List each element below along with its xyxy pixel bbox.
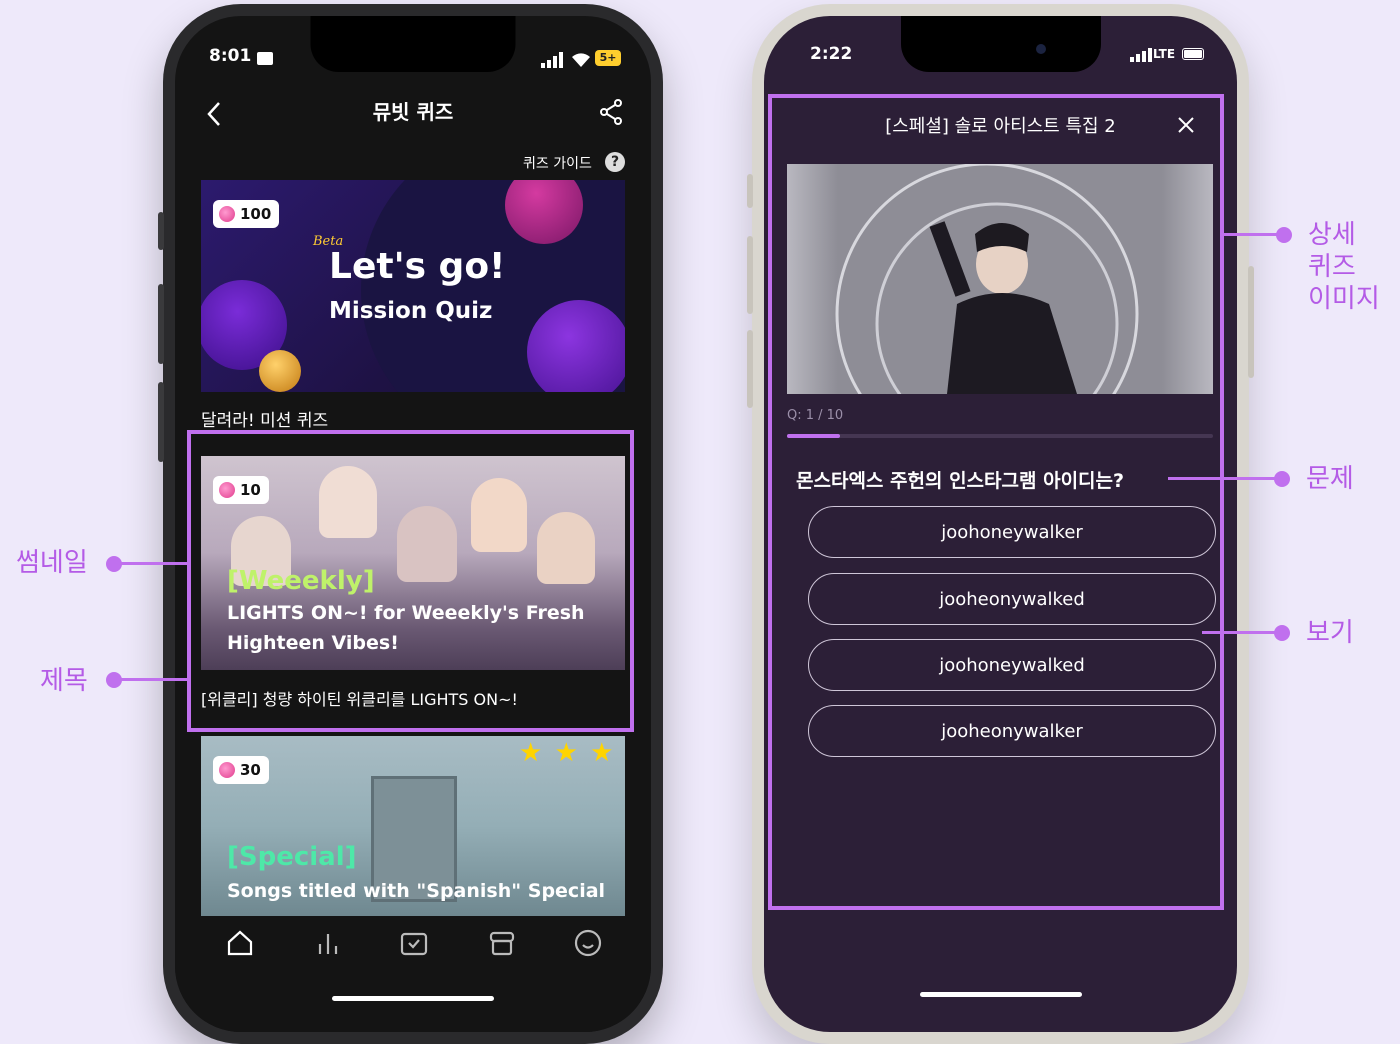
thumbnail-callout-box — [187, 430, 634, 732]
store-icon[interactable] — [487, 928, 517, 958]
notch — [310, 16, 516, 72]
title-label: 제목 — [40, 666, 88, 696]
card-overlay-line1: Songs titled with "Spanish" Special — [227, 880, 606, 902]
status-time: 2:22 — [810, 44, 853, 64]
battery-icon — [1182, 48, 1204, 60]
points-badge: 100 — [213, 200, 279, 228]
page-title: 뮤빗 퀴즈 — [372, 100, 454, 124]
mission-quiz-banner[interactable]: 100 Beta Let's go! Mission Quiz — [201, 180, 625, 392]
volume-down-button — [747, 330, 753, 408]
share-icon[interactable] — [599, 98, 623, 126]
profile-icon[interactable] — [573, 928, 603, 958]
home-indicator — [332, 996, 494, 1001]
question-dot — [1274, 471, 1290, 487]
quiz-guide-link[interactable]: 퀴즈 가이드 — [523, 153, 592, 173]
banner-planet-purple-large — [527, 300, 625, 392]
chart-icon[interactable] — [313, 928, 343, 958]
coin-icon — [219, 206, 235, 222]
banner-subheadline: Mission Quiz — [329, 298, 493, 324]
quiz-thumbnail-special[interactable]: 30 ★ ★ ★ [Special] Songs titled with "Sp… — [201, 736, 625, 916]
detail-image-label-2: 퀴즈 — [1308, 252, 1356, 282]
detail-image-dot — [1276, 227, 1292, 243]
points-value: 100 — [240, 205, 272, 223]
wifi-icon — [572, 53, 590, 67]
question-label: 문제 — [1306, 464, 1354, 494]
detail-image-label-1: 상세 — [1308, 220, 1356, 250]
network-label: LTE — [1153, 47, 1176, 61]
notch — [900, 16, 1101, 72]
battery-indicator: 5+ — [595, 50, 621, 66]
signal-icon — [541, 52, 563, 68]
coin-icon — [219, 762, 235, 778]
mute-switch — [747, 174, 753, 208]
thumbnail-leader-line — [114, 562, 188, 565]
title-leader-line — [114, 678, 190, 681]
options-leader-line — [1202, 631, 1282, 634]
star-rating: ★ ★ ★ — [519, 738, 616, 768]
question-leader-line — [1168, 477, 1282, 480]
options-dot — [1274, 625, 1290, 641]
briefcase-icon — [257, 52, 273, 65]
volume-up-button — [158, 284, 164, 364]
mute-switch — [158, 212, 164, 250]
detail-image-label-3: 이미지 — [1308, 284, 1380, 314]
points-value: 30 — [240, 761, 261, 779]
signal-icon — [1130, 48, 1152, 62]
volume-up-button — [747, 236, 753, 314]
card-tag: [Special] — [227, 842, 357, 872]
home-indicator — [919, 992, 1082, 997]
thumbnail-label: 썸네일 — [16, 548, 88, 578]
volume-down-button — [158, 382, 164, 462]
power-button — [1248, 266, 1254, 378]
detail-callout-box — [768, 94, 1224, 910]
front-camera — [1036, 44, 1046, 54]
points-badge: 30 — [213, 756, 269, 784]
help-icon[interactable]: ? — [605, 152, 625, 172]
detail-image-leader-line — [1222, 233, 1284, 236]
home-icon[interactable] — [225, 928, 255, 958]
banner-caption: 달려라! 미션 퀴즈 — [201, 411, 329, 431]
status-time: 8:01 — [209, 46, 252, 66]
vote-icon[interactable] — [399, 928, 429, 958]
banner-planet-yellow — [259, 350, 301, 392]
banner-headline: Let's go! — [329, 246, 506, 287]
options-label: 보기 — [1306, 618, 1354, 648]
